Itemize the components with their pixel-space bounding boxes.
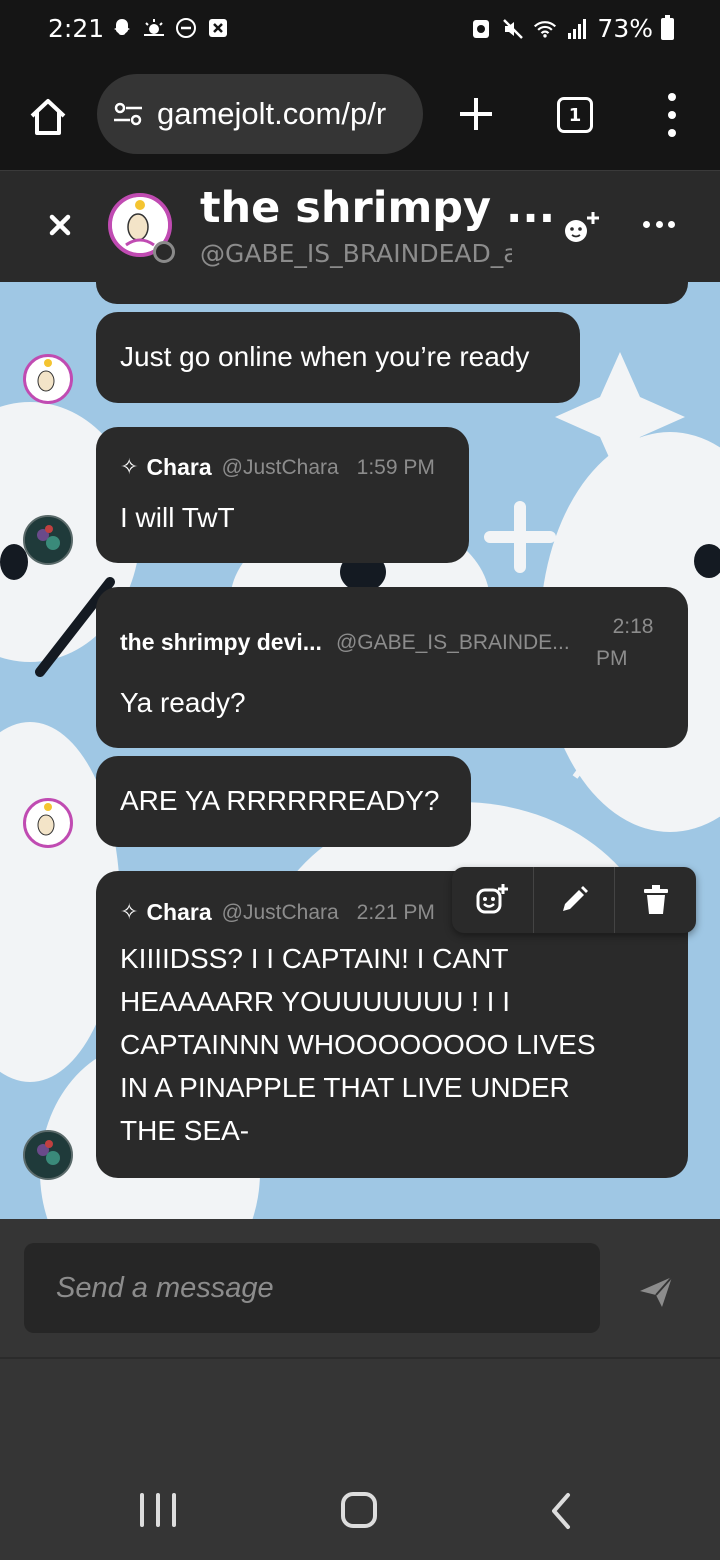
status-system-icons: 73% — [469, 14, 674, 43]
menu-dot — [668, 111, 676, 119]
trash-icon — [643, 885, 668, 914]
recents-bar — [156, 1493, 160, 1527]
tab-switcher-button[interactable]: 1 — [557, 97, 593, 133]
offline-status-indicator — [153, 241, 175, 263]
sparkle-icon: ✧ — [120, 455, 139, 480]
message-text-line: IN A PINAPPLE THAT LIVE UNDER — [120, 1072, 570, 1103]
snapchat-icon — [110, 16, 134, 40]
message-text: ARE YA RRRRRREADY? — [120, 785, 440, 816]
message-bubble-partial[interactable] — [96, 282, 688, 304]
send-icon — [640, 1276, 673, 1307]
message-text-line: THE SEA- — [120, 1115, 250, 1146]
status-bar: 2:21 73% — [0, 0, 720, 60]
sparkle-icon: ✧ — [120, 900, 139, 925]
sender-name[interactable]: Chara — [146, 454, 211, 481]
recents-bar — [172, 1493, 176, 1527]
avatar[interactable] — [23, 1130, 73, 1180]
status-notification-icons — [110, 16, 230, 40]
plus-icon — [460, 98, 492, 130]
new-tab-button[interactable] — [455, 93, 497, 135]
delete-message-button[interactable] — [615, 867, 696, 933]
chat-handle: @GABE_IS_BRAINDEAD_a — [200, 239, 512, 268]
sender-handle: @GABE_IS_BRAINDE... — [335, 630, 570, 654]
message-text-line: KIIIIDSS? I I CAPTAIN! I CANT — [120, 943, 509, 974]
message-time-line: 2:18 — [612, 615, 654, 638]
more-dot — [668, 221, 675, 228]
chat-options-button[interactable] — [643, 221, 675, 231]
mute-icon — [501, 17, 525, 41]
add-reaction-button[interactable] — [452, 867, 534, 933]
url-text[interactable]: gamejolt.com/p/r — [157, 96, 386, 132]
wifi-icon — [533, 17, 557, 41]
signal-icon — [565, 17, 589, 41]
sender-name[interactable]: Chara — [146, 899, 211, 926]
message-text: Ya ready? — [120, 687, 246, 718]
back-icon — [552, 1493, 570, 1529]
message-text: I will TwT — [120, 502, 235, 533]
message-time: 1:59 PM — [356, 455, 435, 479]
avatar[interactable] — [23, 354, 73, 404]
recents-bar — [140, 1493, 144, 1527]
close-chat-button[interactable] — [44, 209, 76, 241]
chat-title: the shrimpy ... — [200, 183, 556, 233]
avatar[interactable] — [23, 798, 73, 848]
recents-button[interactable] — [140, 1493, 176, 1527]
message-bubble[interactable]: the shrimpy devi... @GABE_IS_BRAINDE... … — [96, 587, 688, 748]
message-meta: ✧ Chara @JustChara 2:21 PM — [120, 899, 435, 926]
weather-icon — [142, 16, 166, 40]
message-body: KIIIIDSS? I I CAPTAIN! I CANT HEAAAARR Y… — [120, 937, 596, 1152]
system-nav-bar — [0, 1459, 720, 1560]
message-time-line: PM — [596, 647, 628, 670]
site-settings-icon[interactable] — [111, 97, 145, 131]
browser-toolbar: gamejolt.com/p/r 1 — [0, 60, 720, 170]
message-meta: the shrimpy devi... @GABE_IS_BRAINDE... — [120, 629, 570, 656]
edit-message-button[interactable] — [534, 867, 616, 933]
battery-icon — [661, 14, 674, 40]
message-input[interactable] — [24, 1243, 600, 1333]
chat-header: the shrimpy ... @GABE_IS_BRAINDEAD_a — [0, 170, 720, 282]
avatar[interactable] — [23, 515, 73, 565]
sender-handle: @JustChara — [221, 900, 339, 924]
sender-name[interactable]: the shrimpy devi... — [120, 629, 322, 656]
message-meta: ✧ Chara @JustChara 1:59 PM — [120, 454, 435, 481]
message-text-line: HEAAAARR YOUUUUUUU ! I I — [120, 986, 510, 1017]
dnd-icon — [174, 16, 198, 40]
close-icon — [49, 214, 71, 236]
address-bar[interactable]: gamejolt.com/p/r — [97, 74, 423, 154]
pencil-icon — [563, 886, 588, 911]
data-saver-icon — [469, 17, 493, 41]
message-text-line: CAPTAINNN WHOOOOOOOO LIVES — [120, 1029, 596, 1060]
message-bubble[interactable]: Just go online when you’re ready — [96, 312, 580, 403]
add-friend-button[interactable] — [562, 209, 602, 245]
battery-percent: 73% — [597, 14, 653, 43]
more-dot — [655, 221, 663, 228]
message-bubble[interactable]: ✧ Chara @JustChara 1:59 PM I will TwT — [96, 427, 469, 563]
message-actions — [452, 867, 696, 933]
add-reaction-icon — [476, 884, 509, 914]
chat-messages[interactable]: Just go online when you’re ready ✧ Chara… — [0, 282, 720, 1219]
send-button[interactable] — [636, 1271, 676, 1311]
menu-dot — [668, 93, 676, 101]
more-dot — [643, 221, 650, 228]
message-composer — [0, 1219, 720, 1359]
home-button[interactable] — [341, 1492, 377, 1528]
message-time: 2:21 PM — [356, 900, 435, 924]
message-text: Just go online when you’re ready — [120, 341, 530, 372]
message-bubble[interactable]: ARE YA RRRRRREADY? — [96, 756, 471, 847]
back-button[interactable] — [546, 1491, 576, 1531]
home-icon — [30, 99, 66, 135]
add-friend-icon — [565, 212, 599, 242]
page-bottom-area — [0, 1359, 720, 1459]
message-time: 2:18 PM — [588, 611, 678, 675]
app-notification-icon — [206, 16, 230, 40]
status-time: 2:21 — [48, 14, 105, 43]
browser-home-button[interactable] — [26, 95, 70, 139]
sender-handle: @JustChara — [221, 455, 339, 479]
menu-dot — [668, 129, 676, 137]
browser-menu-button[interactable] — [660, 93, 684, 137]
